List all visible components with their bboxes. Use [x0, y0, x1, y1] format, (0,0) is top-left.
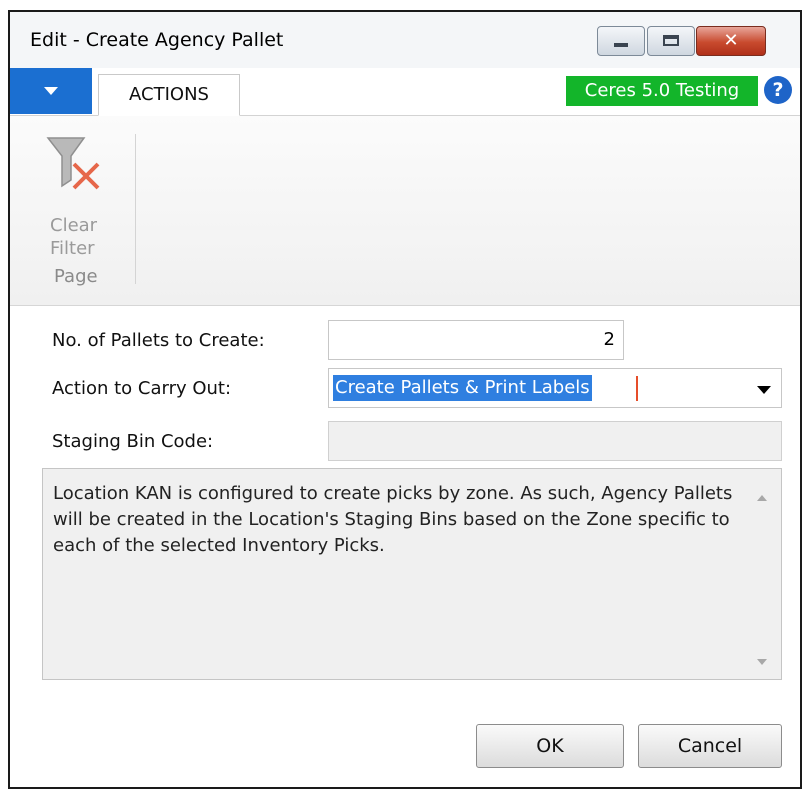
ribbon-panel: Clear Filter Page: [10, 116, 800, 306]
maximize-button[interactable]: [647, 26, 695, 56]
tab-actions[interactable]: ACTIONS: [98, 74, 240, 116]
text-caret: [636, 376, 638, 401]
action-selected-value: Create Pallets & Print Labels: [333, 375, 592, 401]
action-to-carry-out-label: Action to Carry Out:: [52, 378, 232, 399]
ribbon-group-label: Page: [54, 266, 98, 287]
scroll-up-icon[interactable]: [757, 495, 767, 501]
close-icon: ✕: [723, 30, 739, 51]
title-bar: Edit - Create Agency Pallet ✕: [10, 12, 800, 68]
close-button[interactable]: ✕: [696, 26, 766, 56]
action-to-carry-out-select[interactable]: Create Pallets & Print Labels: [328, 368, 782, 408]
pallets-to-create-input[interactable]: 2: [328, 320, 624, 360]
pallets-to-create-label: No. of Pallets to Create:: [52, 330, 265, 351]
minimize-button[interactable]: [597, 26, 645, 56]
application-menu-button[interactable]: [10, 68, 92, 114]
clear-filter-button[interactable]: Clear Filter: [38, 130, 118, 259]
info-message: Location KAN is configured to create pic…: [53, 483, 733, 556]
help-icon[interactable]: ?: [764, 76, 792, 104]
environment-badge: Ceres 5.0 Testing: [566, 76, 758, 106]
clear-filter-label: Clear Filter: [50, 215, 98, 259]
dropdown-arrow-icon: [44, 87, 58, 95]
window-title: Edit - Create Agency Pallet: [30, 29, 284, 51]
scroll-down-icon[interactable]: [757, 659, 767, 665]
staging-bin-code-input[interactable]: [328, 421, 782, 461]
chevron-down-icon[interactable]: [757, 386, 771, 394]
info-text-area[interactable]: Location KAN is configured to create pic…: [42, 468, 782, 680]
ribbon-tab-bar: ACTIONS Ceres 5.0 Testing ?: [10, 68, 800, 116]
minimize-icon: [614, 43, 628, 47]
ribbon-group-separator: [135, 134, 136, 284]
cancel-button[interactable]: Cancel: [638, 724, 782, 768]
clear-filter-icon: [46, 137, 100, 190]
dialog-window: Edit - Create Agency Pallet ✕ ACTIONS Ce…: [8, 10, 802, 789]
maximize-icon: [663, 35, 679, 46]
ok-button[interactable]: OK: [476, 724, 624, 768]
staging-bin-code-label: Staging Bin Code:: [52, 431, 214, 452]
